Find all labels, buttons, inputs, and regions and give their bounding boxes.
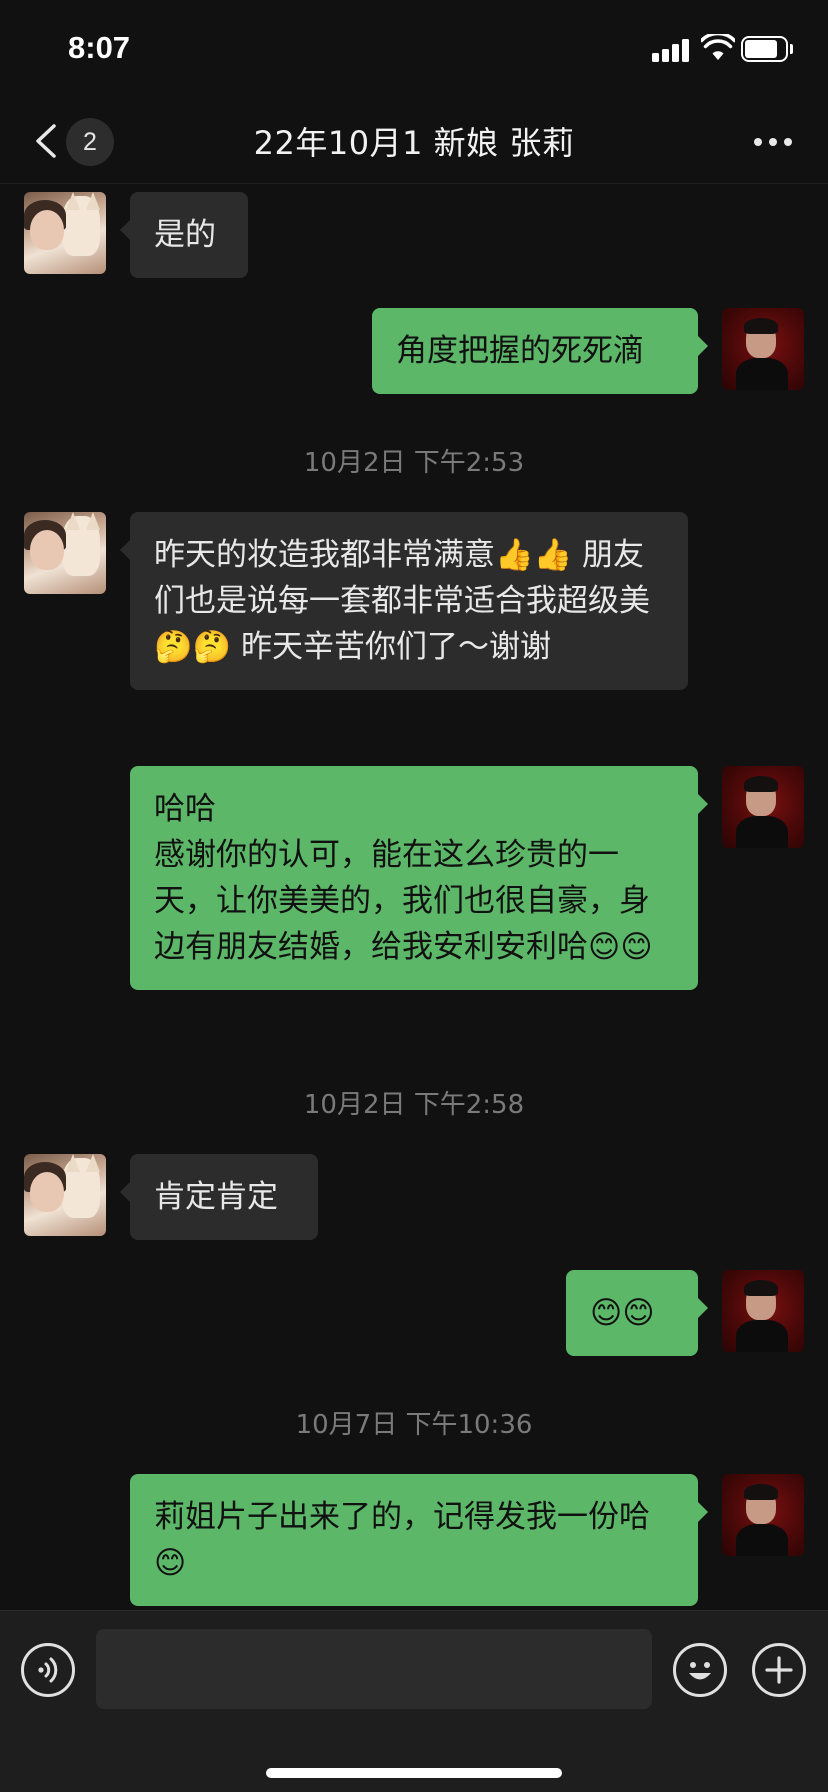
cellular-signal-icon bbox=[652, 38, 692, 62]
incoming-message[interactable]: 肯定肯定 bbox=[120, 1154, 318, 1240]
my-avatar[interactable] bbox=[722, 766, 804, 848]
chat-input-bar bbox=[0, 1610, 828, 1792]
incoming-message[interactable]: 是的 bbox=[120, 192, 248, 278]
outgoing-message[interactable]: 😊😊 bbox=[566, 1270, 708, 1356]
plus-icon bbox=[765, 1656, 793, 1684]
more-options-button[interactable] bbox=[748, 122, 798, 162]
status-bar: 8:07 bbox=[0, 0, 828, 96]
back-button[interactable]: 2 bbox=[22, 116, 122, 166]
my-avatar[interactable] bbox=[722, 308, 804, 390]
chat-header: 2 22年10月1 新娘 张莉 bbox=[0, 96, 828, 184]
chat-messages[interactable]: 是的 角度把握的死死滴 10月2日 下午2:53 昨天的妆造我都非常满意👍👍 朋… bbox=[0, 185, 828, 1610]
message-timestamp: 10月2日 下午2:58 bbox=[303, 1090, 525, 1120]
chat-title: 22年10月1 新娘 张莉 bbox=[253, 124, 575, 162]
outgoing-message[interactable]: 哈哈 感谢你的认可，能在这么珍贵的一天，让你美美的，我们也很自豪，身边有朋友结婚… bbox=[130, 766, 708, 990]
my-avatar[interactable] bbox=[722, 1474, 804, 1556]
voice-input-button[interactable] bbox=[21, 1643, 75, 1697]
my-avatar[interactable] bbox=[722, 1270, 804, 1352]
outgoing-message[interactable]: 莉姐片子出来了的，记得发我一份哈😊 bbox=[130, 1474, 708, 1606]
outgoing-message[interactable]: 角度把握的死死滴 bbox=[372, 308, 708, 394]
contact-avatar[interactable] bbox=[24, 1154, 106, 1236]
wifi-icon bbox=[701, 34, 735, 60]
more-functions-button[interactable] bbox=[752, 1643, 806, 1697]
unread-count-badge: 2 bbox=[66, 118, 114, 166]
message-timestamp: 10月7日 下午10:36 bbox=[295, 1410, 533, 1440]
voice-icon bbox=[38, 1657, 58, 1683]
emoji-button[interactable] bbox=[673, 1643, 727, 1697]
smiley-icon bbox=[689, 1662, 711, 1680]
home-indicator[interactable] bbox=[266, 1768, 562, 1778]
battery-icon bbox=[741, 36, 793, 62]
message-timestamp: 10月2日 下午2:53 bbox=[303, 448, 525, 478]
incoming-message[interactable]: 昨天的妆造我都非常满意👍👍 朋友们也是说每一套都非常适合我超级美🤔🤔 昨天辛苦你… bbox=[120, 512, 688, 690]
chevron-left-icon bbox=[36, 124, 56, 158]
status-time: 8:07 bbox=[68, 30, 131, 65]
contact-avatar[interactable] bbox=[24, 192, 106, 274]
message-input[interactable] bbox=[96, 1629, 652, 1709]
contact-avatar[interactable] bbox=[24, 512, 106, 594]
